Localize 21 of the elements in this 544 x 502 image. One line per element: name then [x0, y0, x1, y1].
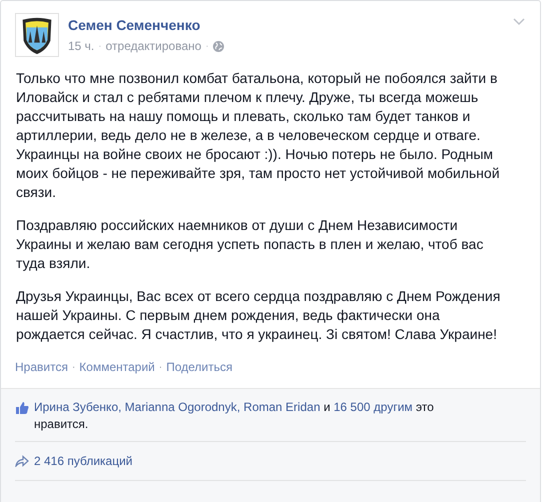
- action-link[interactable]: Нравится: [15, 358, 68, 376]
- separator-dot: ·: [72, 360, 76, 374]
- separator-dot: ·: [98, 40, 102, 54]
- shares-link[interactable]: 2 416 публикаций: [34, 452, 133, 470]
- action-link[interactable]: Поделиться: [166, 358, 232, 376]
- shield-logo-icon: [15, 13, 59, 57]
- share-arrow-icon[interactable]: [15, 455, 29, 467]
- liker-link[interactable]: Roman Eridan: [244, 400, 320, 414]
- action-link[interactable]: Комментарий: [79, 358, 155, 376]
- post-paragraph: Поздравляю российских наемников от души с Днем Независимости Украины и желаю вам сегодня успеть попасть в плен и желаю, чтоб вас туда взяли.: [16, 216, 484, 273]
- separator-dot: ·: [205, 40, 209, 54]
- separator-dot: ·: [158, 360, 162, 374]
- post-paragraph: Только что мне позвонил комбат батальона, который не побоялся зайти в Иловайск и стал с ребятами плечом к плечу. Друже, ты всегда можешь рассчитывать на нашу помощь и плевать, сколько там будет танков и артиллерии, ведь дело не в железе, а в человеческом сердце и отваге. Украинцы на войне своих не бросают :)). Ночью потерь не было. Родным моих бойцов - не переживайте зря, там просто нет устойчивой мобильной связи.: [16, 69, 501, 202]
- globe-icon[interactable]: [212, 40, 224, 52]
- post-paragraph: Друзья Украинцы, Вас всех от всего сердца поздравляю с Днем Рождения нашей Украины. С первым днем рождения, ведь фактически она рождается сейчас. Я счастлив, что я украинец. Зі святом! Слава Украине!: [16, 287, 502, 344]
- liker-link[interactable]: Marianna Ogorodnyk: [124, 400, 237, 414]
- thumbs-up-icon[interactable]: [15, 401, 29, 415]
- liker-link[interactable]: Ирина Зубенко: [34, 400, 118, 414]
- likes-sentence: Ирина Зубенко, Marianna Ogorodnyk, Roman Eridan и 16 500 другим это нравится.: [34, 399, 435, 433]
- liker-link[interactable]: 16 500 другим: [334, 400, 413, 414]
- author-name[interactable]: Семен Семенченко: [68, 16, 224, 34]
